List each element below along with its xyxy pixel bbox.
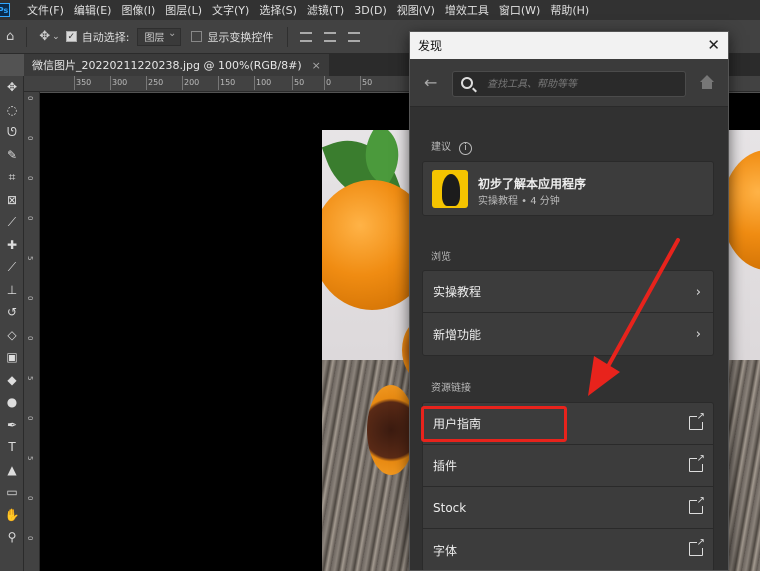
annotation-arrow <box>588 238 680 396</box>
photoshop-window: Ps 文件(F) 编辑(E) 图像(I) 图层(L) 文字(Y) 选择(S) 滤… <box>0 0 760 571</box>
